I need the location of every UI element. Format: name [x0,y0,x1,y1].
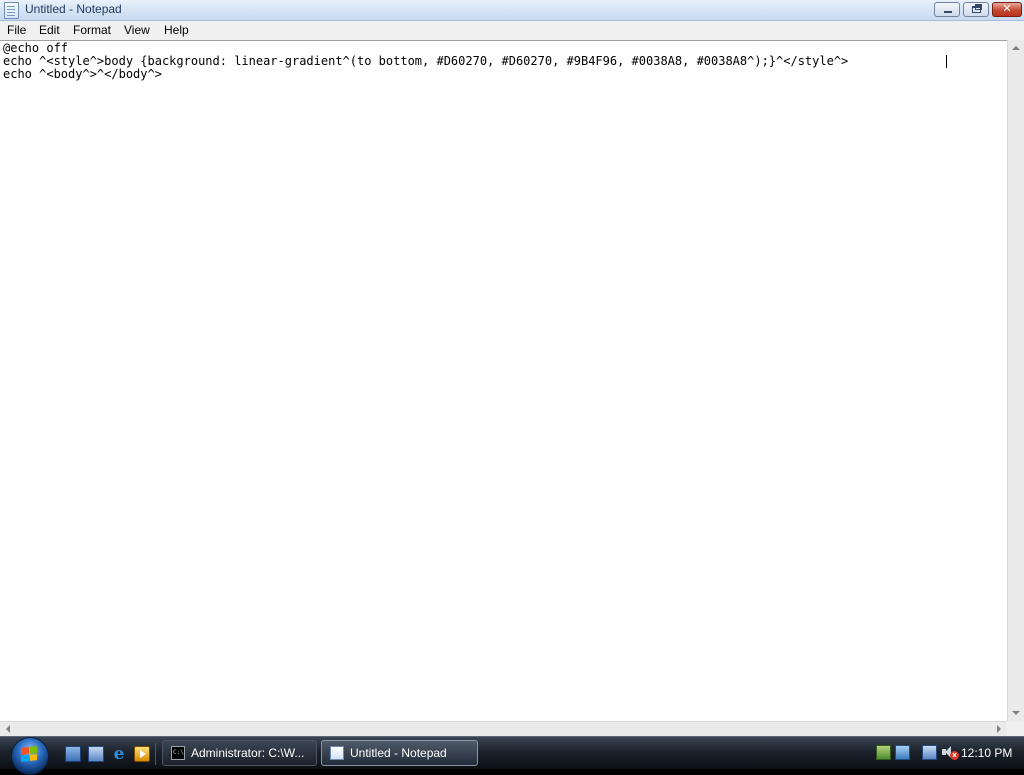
show-desktop-icon[interactable] [65,746,81,762]
close-button[interactable]: ✕ [992,2,1022,17]
menu-help[interactable]: Help [164,23,189,37]
notepad-icon[interactable] [4,2,19,19]
menu-format[interactable]: Format [73,23,111,37]
taskbar: e Administrator: C:\W... Untitled - Note… [0,736,1024,775]
scroll-left-icon[interactable] [6,725,10,733]
media-player-icon[interactable] [134,746,150,762]
display-icon[interactable] [922,745,937,760]
network-icon[interactable] [876,745,891,760]
system-tray: x 12:10 PM [868,737,1024,769]
clock[interactable]: 12:10 PM [961,746,1012,760]
menu-view[interactable]: View [124,23,150,37]
windows-logo-icon [21,746,37,762]
scroll-right-icon[interactable] [997,725,1001,733]
volume-muted-icon[interactable]: x [942,745,959,760]
minimize-icon [944,11,952,13]
scroll-up-icon[interactable] [1012,46,1020,50]
menu-file[interactable]: File [7,23,26,37]
vertical-scrollbar[interactable] [1007,40,1024,721]
window-title: Untitled - Notepad [25,2,122,16]
menu-bar: File Edit Format View Help [0,21,1024,40]
taskbar-button-command-prompt[interactable]: Administrator: C:\W... [162,740,317,766]
close-icon: ✕ [1002,2,1012,15]
minimize-button[interactable] [934,2,960,17]
internet-explorer-icon[interactable]: e [111,746,127,763]
taskbar-separator [155,743,156,765]
switch-windows-icon[interactable] [88,746,104,762]
start-button[interactable] [8,737,50,775]
taskbar-button-label: Administrator: C:\W... [191,746,305,760]
text-caret [946,55,947,68]
scroll-down-icon[interactable] [1012,711,1020,715]
network-status-icon[interactable] [895,745,910,760]
taskbar-button-label: Untitled - Notepad [350,746,447,760]
taskbar-button-notepad[interactable]: Untitled - Notepad [321,740,478,766]
notepad-window: Untitled - Notepad ✕ File Edit Format Vi… [0,0,1024,736]
restore-icon-front [972,6,981,13]
scrollbar-corner [1007,721,1024,736]
editor-line: echo ^<body^>^</body^> [3,67,162,81]
notepad-icon [330,746,344,760]
horizontal-scrollbar[interactable] [0,721,1007,736]
text-editor[interactable]: @echo off echo ^<style^>body {background… [0,40,1007,722]
command-prompt-icon [171,746,185,760]
menu-edit[interactable]: Edit [39,23,60,37]
restore-button[interactable] [963,2,989,17]
title-bar[interactable]: Untitled - Notepad ✕ [0,0,1024,21]
